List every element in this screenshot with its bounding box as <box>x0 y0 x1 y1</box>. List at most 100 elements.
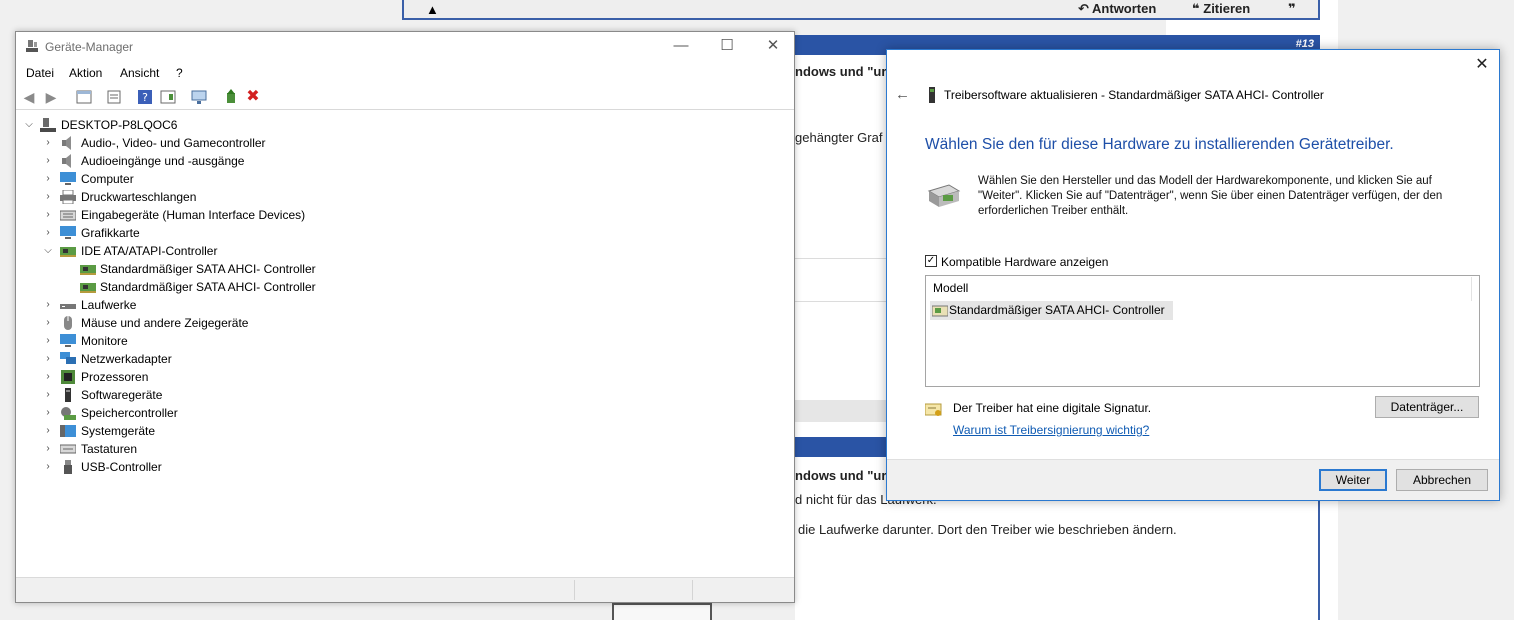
tree-item-hid[interactable]: › Eingabegeräte (Human Interface Devices… <box>16 206 416 224</box>
tree-item-label: Standardmäßiger SATA AHCI- Controller <box>100 280 316 294</box>
warning-icon[interactable]: ▲ <box>426 2 439 17</box>
signature-info-link[interactable]: Warum ist Treibersignierung wichtig? <box>953 423 1149 437</box>
toolbar: ◀ ▶ ? ✖ <box>16 85 794 110</box>
compatible-hardware-checkbox[interactable]: ✓ <box>925 255 937 267</box>
chevron-right-icon[interactable]: › <box>42 206 54 224</box>
chevron-down-icon[interactable]: ⌵ <box>23 116 35 134</box>
svg-text:?: ? <box>142 91 148 104</box>
tree-item-network-adapters[interactable]: › Netzwerkadapter <box>16 350 416 368</box>
cancel-button[interactable]: Abbrechen <box>1396 469 1488 491</box>
have-disk-button[interactable]: Datenträger... <box>1375 396 1479 418</box>
show-hide-console-tree-icon[interactable] <box>76 89 92 105</box>
model-list[interactable]: Modell Standardmäßiger SATA AHCI- Contro… <box>925 275 1480 387</box>
device-tree: ⌵ DESKTOP-P8LQOC6 › Audio-, Video- und G… <box>16 116 794 576</box>
chevron-right-icon[interactable]: › <box>42 170 54 188</box>
close-button[interactable]: ✕ <box>750 32 796 62</box>
chevron-right-icon[interactable]: › <box>42 458 54 476</box>
quote-button[interactable]: ❝ Zitieren <box>1192 0 1250 18</box>
tree-item-label: Speichercontroller <box>81 406 178 420</box>
chevron-right-icon[interactable]: › <box>42 368 54 386</box>
keyboard-icon <box>60 210 76 221</box>
maximize-button[interactable]: ☐ <box>704 32 750 62</box>
properties-icon[interactable] <box>106 89 122 105</box>
keyboard-icon <box>60 444 76 454</box>
action-pane-icon[interactable] <box>160 89 176 105</box>
controller-card-icon <box>932 305 948 317</box>
update-driver-dialog: ✕ ← Treibersoftware aktualisieren - Stan… <box>886 49 1500 501</box>
model-column-header[interactable]: Modell <box>933 281 968 295</box>
chevron-right-icon[interactable]: › <box>42 134 54 152</box>
tree-item-print-queues[interactable]: › Druckwarteschlangen <box>16 188 416 206</box>
printer-icon <box>60 190 76 204</box>
network-icon <box>60 352 76 364</box>
tree-item-system-devices[interactable]: › Systemgeräte <box>16 422 416 440</box>
menu-help[interactable]: ? <box>176 66 183 80</box>
tree-item-label: Systemgeräte <box>81 424 156 438</box>
tree-item-label: USB-Controller <box>81 460 162 474</box>
tree-item-label: Tastaturen <box>81 442 138 456</box>
chevron-right-icon[interactable]: › <box>42 440 54 458</box>
back-arrow-icon[interactable]: ← <box>895 86 910 103</box>
tree-item-mice[interactable]: › Mäuse und andere Zeigegeräte <box>16 314 416 332</box>
tree-item-storage-controllers[interactable]: › Speichercontroller <box>16 404 416 422</box>
chevron-right-icon[interactable]: › <box>42 224 54 242</box>
tree-item-computer[interactable]: › Computer <box>16 170 416 188</box>
signature-status: Der Treiber hat eine digitale Signatur. <box>953 401 1152 415</box>
model-list-item-label: Standardmäßiger SATA AHCI- Controller <box>949 303 1165 317</box>
tree-item-audio-video[interactable]: › Audio-, Video- und Gamecontroller <box>16 134 416 152</box>
update-driver-icon[interactable] <box>223 89 239 105</box>
minimize-button[interactable]: — <box>658 32 704 62</box>
tree-item-sata-controller-1[interactable]: Standardmäßiger SATA AHCI- Controller <box>16 260 416 278</box>
monitor-icon <box>60 226 76 239</box>
post-footer-band <box>795 400 887 422</box>
column-separator <box>1471 277 1472 301</box>
tree-item-label: Grafikkarte <box>81 226 140 240</box>
tree-item-audio-io[interactable]: › Audioeingänge und -ausgänge <box>16 152 416 170</box>
help-icon[interactable]: ? <box>137 89 153 105</box>
scan-hardware-icon[interactable] <box>191 89 207 105</box>
chevron-right-icon[interactable]: › <box>42 404 54 422</box>
tree-item-label: Softwaregeräte <box>81 388 163 402</box>
chevron-right-icon[interactable]: › <box>42 332 54 350</box>
model-list-item[interactable]: Standardmäßiger SATA AHCI- Controller <box>930 301 1173 320</box>
chevron-right-icon[interactable]: › <box>42 152 54 170</box>
tree-item-drives[interactable]: › Laufwerke <box>16 296 416 314</box>
tree-item-monitors[interactable]: › Monitore <box>16 332 416 350</box>
certificate-icon <box>925 403 942 416</box>
menu-view[interactable]: Ansicht <box>120 66 159 80</box>
window-title: Geräte-Manager <box>45 40 134 54</box>
chevron-right-icon[interactable]: › <box>42 350 54 368</box>
reply-label: Antworten <box>1092 1 1157 16</box>
chevron-right-icon[interactable]: › <box>42 422 54 440</box>
chevron-right-icon[interactable]: › <box>42 188 54 206</box>
attachment-thumbnail[interactable] <box>612 603 712 620</box>
forward-arrow-icon[interactable]: ▶ <box>43 89 59 105</box>
tree-item-software-devices[interactable]: › Softwaregeräte <box>16 386 416 404</box>
reply-button[interactable]: ↶ Antworten <box>1078 0 1156 18</box>
chevron-right-icon[interactable]: › <box>42 314 54 332</box>
chevron-right-icon[interactable]: › <box>42 296 54 314</box>
tree-item-label: Druckwarteschlangen <box>81 190 197 204</box>
tree-item-display-adapter[interactable]: › Grafikkarte <box>16 224 416 242</box>
back-arrow-icon[interactable]: ◀ <box>21 89 37 105</box>
dialog-close-button[interactable]: ✕ <box>1471 54 1493 76</box>
tree-item-usb-controllers[interactable]: › USB-Controller <box>16 458 416 476</box>
controller-card-icon <box>80 265 96 275</box>
tree-item-keyboards[interactable]: › Tastaturen <box>16 440 416 458</box>
usb-icon <box>64 460 72 474</box>
tree-item-sata-controller-2[interactable]: Standardmäßiger SATA AHCI- Controller <box>16 278 416 296</box>
chevron-right-icon[interactable]: › <box>42 386 54 404</box>
tree-item-ide-ata[interactable]: ⌵ IDE ATA/ATAPI-Controller <box>16 242 416 260</box>
tree-item-processors[interactable]: › Prozessoren <box>16 368 416 386</box>
controller-card-icon <box>80 283 96 293</box>
menu-action[interactable]: Aktion <box>69 66 102 80</box>
multiquote-icon[interactable]: ❞ <box>1288 0 1296 18</box>
uninstall-device-icon[interactable]: ✖ <box>245 89 261 105</box>
computer-tower-icon <box>40 118 56 132</box>
next-button[interactable]: Weiter <box>1319 469 1387 491</box>
compatible-hardware-label[interactable]: Kompatible Hardware anzeigen <box>941 255 1108 269</box>
menu-file[interactable]: Datei <box>26 66 54 80</box>
chevron-down-icon[interactable]: ⌵ <box>42 242 54 260</box>
title-bar[interactable]: Geräte-Manager — ☐ ✕ <box>16 32 794 62</box>
tree-root[interactable]: ⌵ DESKTOP-P8LQOC6 <box>16 116 316 134</box>
